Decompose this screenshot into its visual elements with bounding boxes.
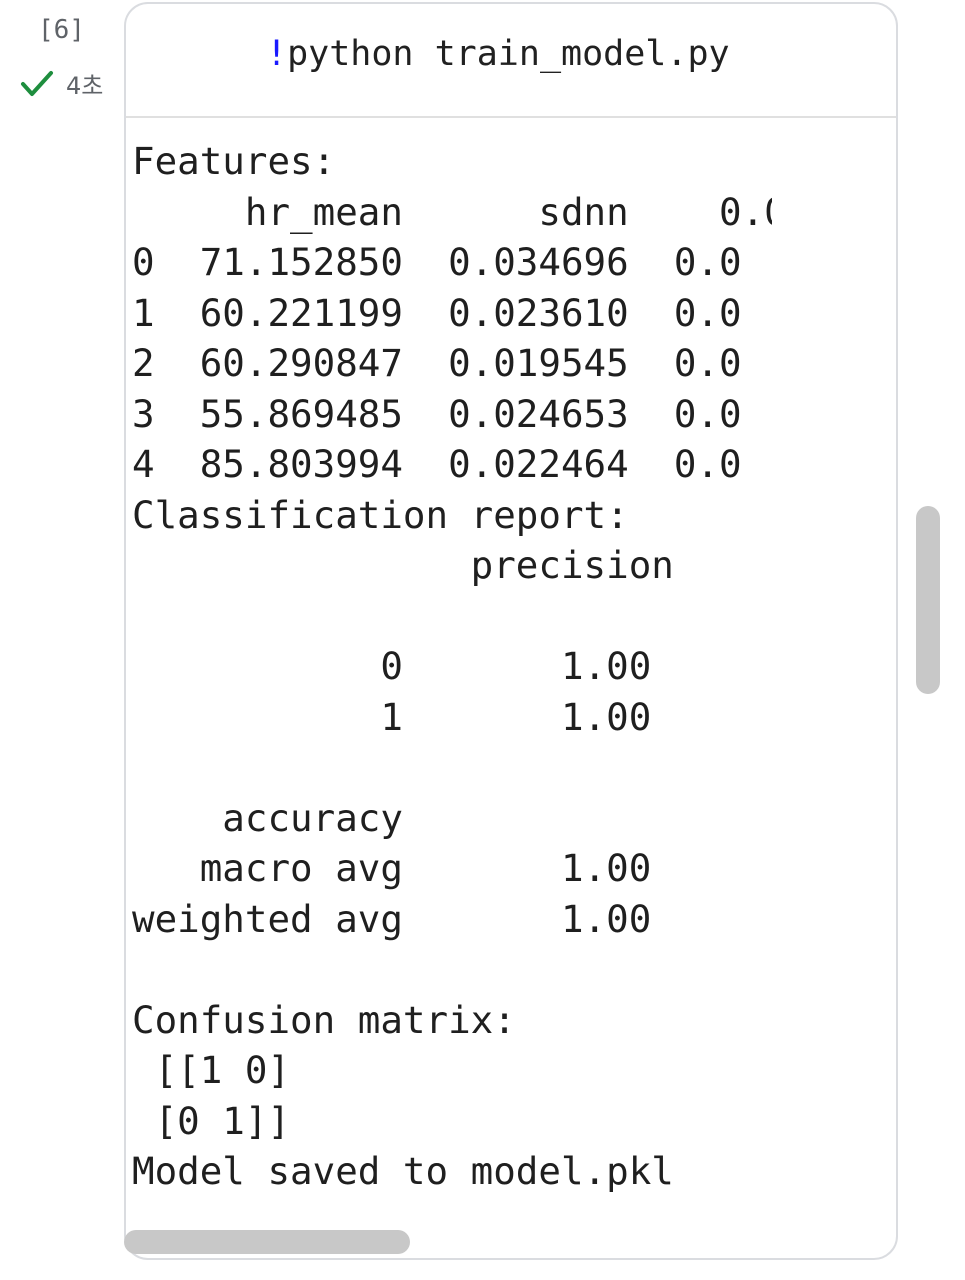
output-line: 1 1.00 — [132, 694, 652, 739]
output-line: weighted avg 1.00 — [132, 896, 652, 941]
output-line: 0 71.152850 0.034696 0.0 — [132, 240, 742, 284]
code-line[interactable]: !python train_model.py — [266, 34, 730, 74]
execution-time: 4초 — [66, 72, 104, 100]
output-line: precision — [132, 543, 674, 587]
output-line: 4 85.803994 0.022464 0.0 — [132, 442, 742, 486]
output-line: Model saved to model.pkl — [132, 1149, 674, 1193]
execution-count: [6] — [38, 15, 85, 45]
cell-gutter: [6] 4초 — [0, 0, 122, 1280]
output-line: 1 60.221199 0.023610 0.0 — [132, 290, 742, 335]
execution-status: 4초 — [20, 66, 103, 101]
output-line: 3 55.869485 0.024653 0.0 — [132, 391, 742, 436]
shell-command: python train_model.py — [287, 34, 730, 74]
output-text: Features: hr_mean sdnn 0.0 0 71.152850 0… — [132, 136, 772, 1197]
output-line: Confusion matrix: — [132, 997, 516, 1042]
output-line: accuracy — [132, 795, 403, 840]
cell-output: Features: hr_mean sdnn 0.0 0 71.152850 0… — [132, 136, 772, 1226]
output-line: 2 60.290847 0.019545 0.0 — [132, 341, 742, 385]
code-editor[interactable]: !python train_model.py — [126, 4, 896, 118]
check-icon — [20, 68, 54, 100]
shell-bang: ! — [266, 34, 288, 74]
vertical-scrollbar[interactable] — [916, 506, 940, 694]
output-line: [0 1]] — [132, 1098, 291, 1143]
output-line: hr_mean sdnn 0.0 — [132, 189, 772, 234]
output-line: Features: — [132, 139, 336, 183]
horizontal-scrollbar[interactable] — [124, 1230, 410, 1254]
output-line: 0 1.00 — [132, 644, 652, 688]
output-line: [[1 0] — [132, 1048, 291, 1092]
output-line: Classification report: — [132, 492, 629, 537]
output-line: macro avg 1.00 — [132, 846, 652, 890]
